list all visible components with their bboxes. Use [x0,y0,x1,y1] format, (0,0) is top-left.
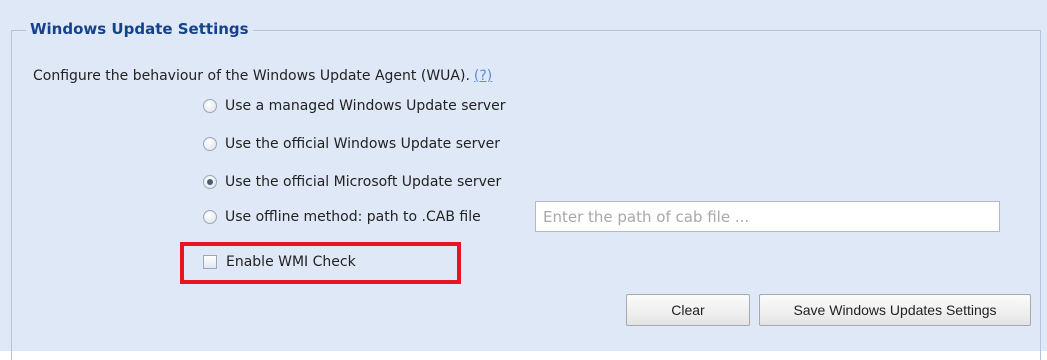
option-label: Use a managed Windows Update server [225,98,506,114]
enable-wmi-check[interactable]: Enable WMI Check [203,250,356,274]
panel-description: Configure the behaviour of the Windows U… [33,66,492,86]
radio-icon-selected[interactable] [203,175,217,189]
clear-button[interactable]: Clear [626,294,750,326]
cab-path-input[interactable] [535,201,1000,232]
checkbox-icon[interactable] [203,255,217,269]
option-official-microsoft-update[interactable]: Use the official Microsoft Update server [203,170,501,194]
option-label: Use offline method: path to .CAB file [225,209,481,225]
option-offline-cab[interactable]: Use offline method: path to .CAB file [203,205,481,229]
radio-icon[interactable] [203,99,217,113]
panel-title: Windows Update Settings [26,18,253,40]
option-label: Use the official Windows Update server [225,136,501,152]
radio-icon[interactable] [203,137,217,151]
windows-update-settings-panel: Windows Update Settings Configure the be… [0,0,1047,360]
option-managed-server[interactable]: Use a managed Windows Update server [203,94,506,118]
wmi-check-label: Enable WMI Check [226,254,356,270]
option-label: Use the official Microsoft Update server [225,174,502,190]
option-official-windows-update[interactable]: Use the official Windows Update server [203,132,500,156]
radio-icon[interactable] [203,210,217,224]
save-settings-button[interactable]: Save Windows Updates Settings [759,294,1031,326]
help-link[interactable]: (?) [474,68,492,84]
description-text: Configure the behaviour of the Windows U… [33,68,470,84]
